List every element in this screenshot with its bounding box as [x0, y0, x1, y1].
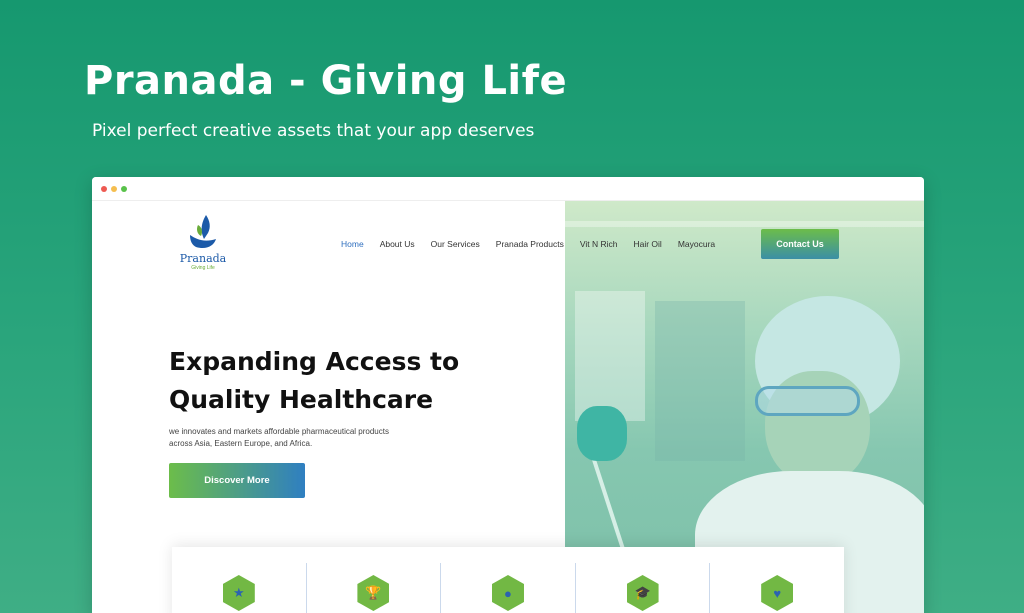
discover-more-button[interactable]: Discover More [169, 463, 305, 498]
hero-description: we innovates and markets affordable phar… [169, 426, 429, 450]
nav-item-home[interactable]: Home [341, 239, 364, 249]
feature-item: ♥ [710, 563, 844, 613]
description-line-2: across Asia, Eastern Europe, and Africa. [169, 439, 313, 448]
user-icon: ● [491, 575, 524, 611]
hero-title: Pranada - Giving Life [84, 58, 568, 104]
hand-leaf-logo-icon [190, 215, 216, 249]
contact-us-button[interactable]: Contact Us [761, 229, 839, 259]
maximize-window-dot[interactable] [121, 185, 127, 192]
trophy-icon: 🏆 [357, 575, 390, 611]
heart-icon: ♥ [761, 575, 794, 611]
headline-line-2: Quality Healthcare [169, 385, 434, 414]
nav-item-hair-oil[interactable]: Hair Oil [633, 239, 661, 249]
graduation-cap-icon: 🎓 [626, 575, 659, 611]
feature-item: 🏆 [307, 563, 442, 613]
nav-item-mayocura[interactable]: Mayocura [678, 239, 715, 249]
pranada-logo[interactable]: Pranada Giving Life [178, 213, 228, 275]
logo-brand-text: Pranada [179, 252, 227, 265]
logo-tagline: Giving Life [191, 265, 215, 271]
hero-subtitle: Pixel perfect creative assets that your … [92, 121, 535, 141]
features-card: ★ 🏆 ● 🎓 ♥ [172, 547, 844, 613]
minimize-window-dot[interactable] [111, 185, 117, 192]
feature-item: ★ [172, 563, 307, 613]
description-line-1: we innovates and markets affordable phar… [169, 427, 389, 436]
browser-window: Pranada Giving Life Home About Us Our Se… [92, 177, 924, 613]
nav-item-pranada-products[interactable]: Pranada Products [496, 239, 564, 249]
nav-item-about-us[interactable]: About Us [380, 239, 415, 249]
star-icon: ★ [222, 575, 255, 611]
headline-line-1: Expanding Access to [169, 347, 460, 376]
page-headline: Expanding Access to Quality Healthcare [169, 343, 499, 419]
browser-titlebar [92, 177, 924, 201]
main-navigation: Home About Us Our Services Pranada Produ… [341, 239, 715, 249]
website-page: Pranada Giving Life Home About Us Our Se… [92, 201, 924, 613]
nav-item-our-services[interactable]: Our Services [431, 239, 480, 249]
feature-item: 🎓 [576, 563, 711, 613]
nav-item-vit-n-rich[interactable]: Vit N Rich [580, 239, 618, 249]
close-window-dot[interactable] [101, 185, 107, 192]
feature-item: ● [441, 563, 576, 613]
